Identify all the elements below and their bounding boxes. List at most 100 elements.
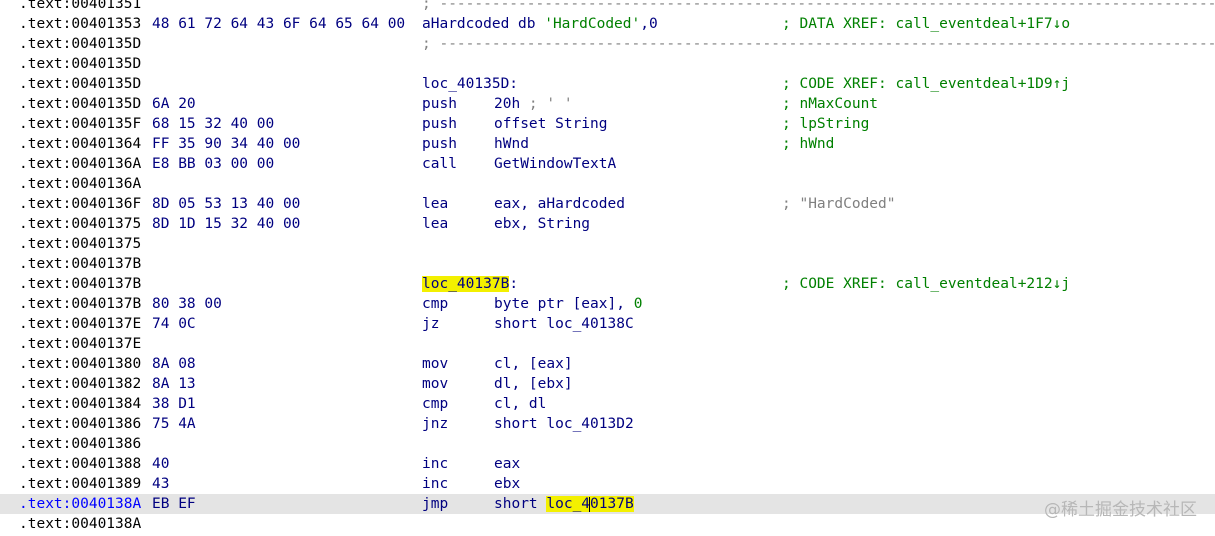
mnemonic[interactable]: mov <box>422 354 448 374</box>
address[interactable]: .text:0040135D <box>19 94 141 114</box>
listing-row[interactable]: .text:00401384 38 D1 cmp cl, dl <box>0 394 1215 414</box>
listing-row[interactable]: .text:0040137E 74 0C jz short loc_40138C <box>0 314 1215 334</box>
listing-row[interactable]: .text:00401353 48 61 72 64 43 6F 64 65 64… <box>0 14 1215 34</box>
operand-text: 20h <box>494 96 521 112</box>
address[interactable]: .text:00401388 <box>19 454 141 474</box>
listing-row-current[interactable]: .text:0040138A EB EF jmp short loc_40137B <box>0 494 1215 514</box>
operands[interactable]: short loc_4013D2 <box>494 414 634 434</box>
operand-highlight[interactable]: loc_40137B <box>546 496 634 512</box>
operands[interactable]: eax, aHardcoded <box>494 194 625 214</box>
address[interactable]: .text:00401384 <box>19 394 141 414</box>
mnemonic[interactable]: lea <box>422 194 448 214</box>
code-label-highlighted[interactable]: loc_40137B: <box>422 274 518 294</box>
mnemonic[interactable]: jnz <box>422 414 448 434</box>
separator-dashes: ----------------------------------------… <box>430 36 1215 52</box>
code-label[interactable]: loc_40135D: <box>422 74 518 94</box>
address[interactable]: .text:0040137B <box>19 254 141 274</box>
listing-row[interactable]: .text:0040135D 6A 20 push 20h ; ' ' ; nMaxCo… <box>0 94 1215 114</box>
operands[interactable]: ebx, String <box>494 214 590 234</box>
listing-row[interactable]: .text:0040137B loc_40137B: ; CODE XREF: ca… <box>0 274 1215 294</box>
address[interactable]: .text:00401386 <box>19 414 141 434</box>
address[interactable]: .text:00401351 <box>19 0 141 14</box>
listing-row[interactable]: .text:00401380 8A 08 mov cl, [eax] <box>0 354 1215 374</box>
listing-row[interactable]: .text:0040137B 80 38 00 cmp byte ptr [eax],… <box>0 294 1215 314</box>
address[interactable]: .text:00401380 <box>19 354 141 374</box>
xref-comment: ; CODE XREF: call_eventdeal+1D9↑j <box>782 76 1071 92</box>
mnemonic[interactable]: jmp <box>422 494 448 514</box>
mnemonic[interactable]: lea <box>422 214 448 234</box>
address[interactable]: .text:0040138A <box>19 494 141 514</box>
address[interactable]: .text:0040136A <box>19 174 141 194</box>
address[interactable]: .text:0040136A <box>19 154 141 174</box>
listing-row[interactable]: .text:00401389 43 inc ebx <box>0 474 1215 494</box>
listing-row[interactable]: .text:0040136A E8 BB 03 00 00 call GetWindo… <box>0 154 1215 174</box>
mnemonic[interactable]: mov <box>422 374 448 394</box>
listing-row[interactable]: .text:0040135D loc_40135D: ; CODE XREF: ca… <box>0 74 1215 94</box>
mnemonic[interactable]: push <box>422 94 457 114</box>
address[interactable]: .text:0040137B <box>19 294 141 314</box>
address[interactable]: .text:0040137E <box>19 334 141 354</box>
address[interactable]: .text:00401386 <box>19 434 141 454</box>
address[interactable]: .text:0040135D <box>19 34 141 54</box>
address[interactable]: .text:00401353 <box>19 14 141 34</box>
operands[interactable]: offset String <box>494 114 608 134</box>
operands[interactable]: dl, [ebx] <box>494 374 573 394</box>
address[interactable]: .text:0040136F <box>19 194 141 214</box>
address[interactable]: .text:00401375 <box>19 234 141 254</box>
operands[interactable]: byte ptr [eax], 0 <box>494 294 642 314</box>
separator-semicolon: ; <box>422 0 431 12</box>
address[interactable]: .text:00401364 <box>19 134 141 154</box>
operands[interactable]: 20h ; ' ' <box>494 94 573 114</box>
address[interactable]: .text:00401382 <box>19 374 141 394</box>
operand-highlight-part1: loc_4 <box>546 496 591 512</box>
string-comment: ; "HardCoded" <box>782 196 896 212</box>
operands[interactable]: GetWindowTextA <box>494 154 616 174</box>
listing-row[interactable]: .text:00401375 8D 1D 15 32 40 00 lea ebx, S… <box>0 214 1215 234</box>
operand-text: eax <box>494 456 521 472</box>
listing-row[interactable]: .text:00401351; ------------------------… <box>0 0 1215 14</box>
listing-row[interactable]: .text:00401375 <box>0 234 1215 254</box>
mnemonic[interactable]: cmp <box>422 394 448 414</box>
listing-row[interactable]: .text:0040138A <box>0 514 1215 534</box>
operands[interactable]: eax <box>494 454 520 474</box>
mnemonic[interactable]: cmp <box>422 294 448 314</box>
operands[interactable]: short loc_40137B <box>494 494 634 514</box>
address[interactable]: .text:0040135D <box>19 54 141 74</box>
address[interactable]: .text:00401375 <box>19 214 141 234</box>
operands[interactable]: cl, dl <box>494 394 546 414</box>
opcode-bytes: FF 35 90 34 40 00 <box>152 136 301 152</box>
listing-row[interactable]: .text:0040135D <box>0 54 1215 74</box>
code-label[interactable]: aHardcoded db 'HardCoded',0 <box>422 14 658 34</box>
disassembly-listing[interactable]: .text:00401351; ------------------------… <box>0 0 1215 534</box>
listing-row[interactable]: .text:0040137B <box>0 254 1215 274</box>
mnemonic[interactable]: inc <box>422 454 448 474</box>
listing-row[interactable]: .text:0040137E <box>0 334 1215 354</box>
operands[interactable]: cl, [eax] <box>494 354 573 374</box>
listing-row[interactable]: .text:00401386 75 4A jnz short loc_4013D2 <box>0 414 1215 434</box>
operand-text: ebx <box>494 476 521 492</box>
listing-row[interactable]: .text:0040135F 68 15 32 40 00 push offset S… <box>0 114 1215 134</box>
inline-comment: ; ' ' <box>520 96 573 112</box>
listing-row[interactable]: .text:0040136A <box>0 174 1215 194</box>
listing-row[interactable]: .text:0040135D; ------------------------… <box>0 34 1215 54</box>
mnemonic[interactable]: jz <box>422 314 439 334</box>
listing-row[interactable]: .text:00401386 <box>0 434 1215 454</box>
mnemonic[interactable]: inc <box>422 474 448 494</box>
address[interactable]: .text:0040135D <box>19 74 141 94</box>
listing-row[interactable]: .text:00401364 FF 35 90 34 40 00 push hWnd;… <box>0 134 1215 154</box>
address[interactable]: .text:0040137E <box>19 314 141 334</box>
address[interactable]: .text:0040138A <box>19 514 141 534</box>
listing-row[interactable]: .text:00401388 40 inc eax <box>0 454 1215 474</box>
operands[interactable]: short loc_40138C <box>494 314 634 334</box>
operand-text: eax, aHardcoded <box>494 196 625 212</box>
mnemonic[interactable]: call <box>422 154 457 174</box>
listing-row[interactable]: .text:0040136F 8D 05 53 13 40 00 lea eax, a… <box>0 194 1215 214</box>
address[interactable]: .text:00401389 <box>19 474 141 494</box>
address[interactable]: .text:0040135F <box>19 114 141 134</box>
address[interactable]: .text:0040137B <box>19 274 141 294</box>
operands[interactable]: hWnd <box>494 134 529 154</box>
mnemonic[interactable]: push <box>422 114 457 134</box>
listing-row[interactable]: .text:00401382 8A 13 mov dl, [ebx] <box>0 374 1215 394</box>
mnemonic[interactable]: push <box>422 134 457 154</box>
operands[interactable]: ebx <box>494 474 520 494</box>
